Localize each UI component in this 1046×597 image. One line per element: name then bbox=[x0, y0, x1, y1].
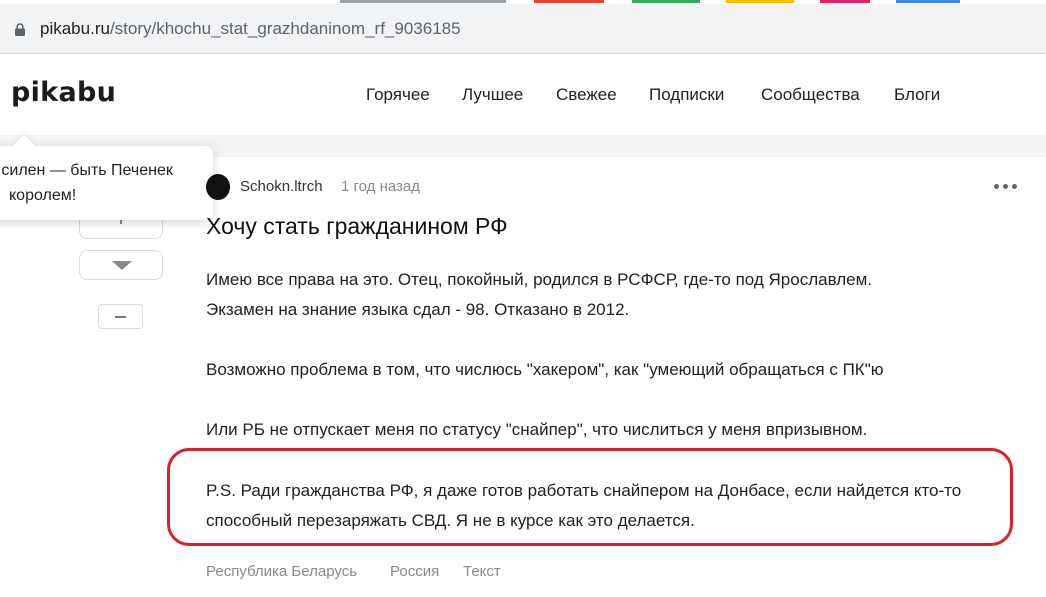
story-paragraph: Экзамен на знание языка сдал - 98. Отказ… bbox=[206, 300, 630, 319]
url-path: /story/khochu_stat_grazhdaninom_rf_90361… bbox=[109, 19, 461, 38]
arrow-down-icon bbox=[112, 261, 132, 270]
story-paragraph: Возможно проблема в том, что числюсь "ха… bbox=[206, 360, 884, 379]
red-highlight-outline bbox=[167, 448, 1013, 546]
tab-color-1 bbox=[340, 0, 506, 3]
site-logo[interactable]: pikabu bbox=[11, 77, 116, 108]
nav-fresh[interactable]: Свежее bbox=[556, 85, 617, 105]
tab-color-5 bbox=[820, 0, 870, 3]
author-name[interactable]: Schokn.ltrch bbox=[240, 178, 323, 195]
nav-hot[interactable]: Горячее bbox=[366, 85, 430, 105]
tab-color-6 bbox=[896, 0, 960, 3]
tooltip-popup: й силен — быть Печенек королем! bbox=[0, 134, 213, 220]
tooltip-line-1: й силен — быть Печенек bbox=[0, 162, 173, 179]
avatar[interactable] bbox=[206, 174, 230, 200]
story-paragraph: Имею все права на это. Отец, покойный, р… bbox=[206, 270, 873, 289]
tag-russia[interactable]: Россия bbox=[390, 563, 439, 580]
more-dots-icon[interactable] bbox=[994, 184, 1018, 190]
nav-blogs[interactable]: Блоги bbox=[894, 85, 940, 105]
url-domain: pikabu.ru bbox=[40, 19, 110, 38]
nav-communities[interactable]: Сообщества bbox=[761, 85, 860, 105]
post-time: 1 год назад bbox=[341, 178, 421, 195]
tag-belarus[interactable]: Республика Беларусь bbox=[206, 563, 357, 580]
downvote-button[interactable] bbox=[79, 250, 163, 280]
address-bar[interactable]: pikabu.ru/story/khochu_stat_grazhdaninom… bbox=[0, 4, 1046, 54]
tooltip-line-2: королем! bbox=[9, 187, 77, 204]
url-text[interactable]: pikabu.ru/story/khochu_stat_grazhdaninom… bbox=[40, 19, 461, 39]
site-header: pikabu Горячее Лучшее Свежее Подписки Со… bbox=[0, 55, 1046, 135]
minus-icon bbox=[115, 316, 126, 318]
story-title[interactable]: Хочу стать гражданином РФ bbox=[206, 213, 508, 240]
collapse-button[interactable] bbox=[98, 304, 143, 329]
tab-color-3 bbox=[632, 0, 700, 3]
nav-best[interactable]: Лучшее bbox=[462, 85, 523, 105]
tab-color-2 bbox=[534, 0, 604, 3]
nav-subscriptions[interactable]: Подписки bbox=[649, 85, 724, 105]
tag-text[interactable]: Текст bbox=[463, 563, 501, 580]
lock-icon[interactable] bbox=[14, 23, 26, 36]
tab-color-4 bbox=[726, 0, 794, 3]
story-paragraph: Или РБ не отпускает меня по статусу "сна… bbox=[206, 420, 868, 439]
